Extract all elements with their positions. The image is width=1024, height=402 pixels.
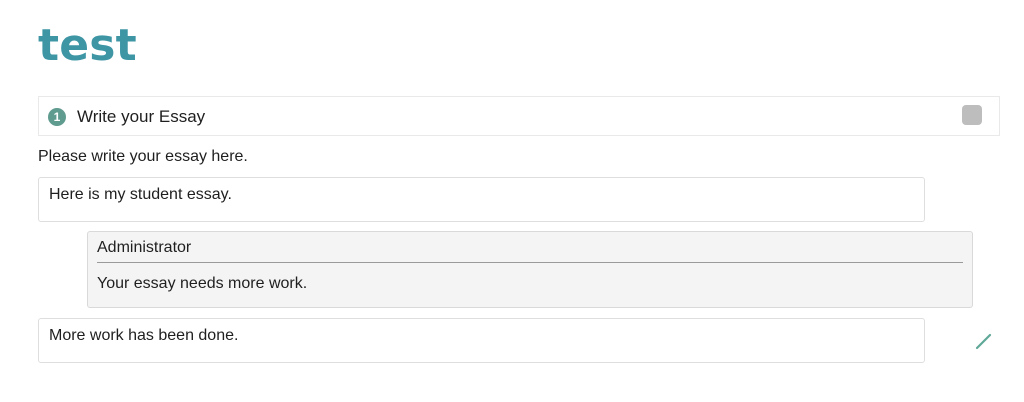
feedback-comment: Administrator Your essay needs more work… xyxy=(87,231,973,308)
feedback-author: Administrator xyxy=(97,239,192,256)
feedback-text: Your essay needs more work. xyxy=(97,275,308,292)
essay-submission-2[interactable]: More work has been done. xyxy=(38,318,925,363)
step-toggle-button[interactable] xyxy=(962,105,982,125)
step-header: 1 Write your Essay xyxy=(38,96,1000,136)
feedback-divider xyxy=(97,262,963,263)
essay-submission-1[interactable]: Here is my student essay. xyxy=(38,177,925,222)
essay-page: test 1 Write your Essay Please write you… xyxy=(0,0,1024,402)
pencil-icon[interactable] xyxy=(973,330,995,352)
step-title: Write your Essay xyxy=(77,107,206,126)
page-title: test xyxy=(38,20,137,71)
step-number-badge: 1 xyxy=(48,108,66,126)
essay-instructions: Please write your essay here. xyxy=(38,148,248,165)
